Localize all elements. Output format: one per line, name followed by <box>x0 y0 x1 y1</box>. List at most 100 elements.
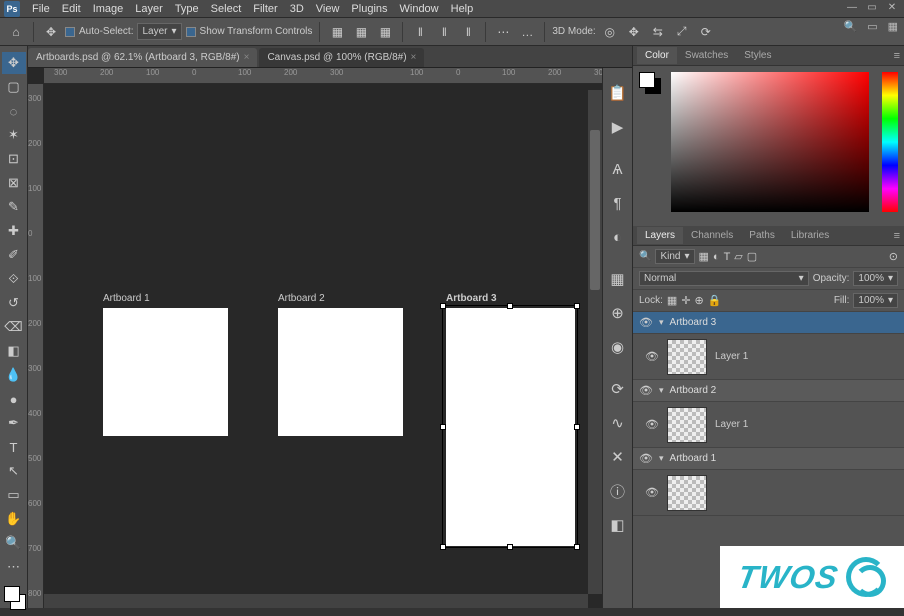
tab-styles[interactable]: Styles <box>736 47 779 64</box>
lasso-tool-icon[interactable]: ◌ <box>2 100 26 122</box>
tab-artboards[interactable]: Artboards.psd @ 62.1% (Artboard 3, RGB/8… <box>28 48 257 67</box>
menu-plugins[interactable]: Plugins <box>345 3 393 15</box>
info-panel-icon[interactable]: ⓘ <box>606 476 630 506</box>
layer-item[interactable]: 👁 Layer 1 <box>633 402 904 448</box>
filter-pixel-icon[interactable]: ▦ <box>699 250 709 263</box>
ruler-vertical[interactable]: 300 200 100 0 100 200 300 400 500 600 70… <box>28 84 44 608</box>
panel-menu-icon[interactable]: ≡ <box>894 50 900 62</box>
filter-type-icon[interactable]: T <box>724 251 731 263</box>
autoselect-checkbox[interactable] <box>65 27 75 37</box>
menu-select[interactable]: Select <box>205 3 248 15</box>
handle-br[interactable] <box>574 544 580 550</box>
properties-panel-icon[interactable]: ✕ <box>606 442 630 472</box>
opacity-dropdown[interactable]: 100%▾ <box>853 271 898 286</box>
menu-file[interactable]: File <box>26 3 56 15</box>
window-close-icon[interactable]: ✕ <box>884 2 900 16</box>
marquee-tool-icon[interactable]: ▢ <box>2 76 26 98</box>
history-brush-tool-icon[interactable]: ↺ <box>2 292 26 314</box>
rotate-3d-icon[interactable]: ⟳ <box>696 22 716 42</box>
align-center-h-icon[interactable]: ▦ <box>351 22 371 42</box>
menu-edit[interactable]: Edit <box>56 3 87 15</box>
workspace-icon[interactable]: ▦ <box>888 20 898 33</box>
slide-3d-icon[interactable]: ⇆ <box>648 22 668 42</box>
shape-tool-icon[interactable]: ▭ <box>2 484 26 506</box>
autoselect-target-dropdown[interactable]: Layer▾ <box>137 23 181 40</box>
paragraph-panel-icon[interactable]: ¶ <box>606 188 630 218</box>
visibility-toggle-icon[interactable]: 👁 <box>645 418 659 431</box>
menu-image[interactable]: Image <box>87 3 130 15</box>
magic-wand-tool-icon[interactable]: ✶ <box>2 124 26 146</box>
ruler-horizontal[interactable]: 300 200 100 0 100 200 300 100 0 100 200 … <box>44 68 602 84</box>
filter-kind-dropdown[interactable]: Kind▾ <box>655 249 694 264</box>
visibility-toggle-icon[interactable]: 👁 <box>639 452 653 465</box>
eraser-tool-icon[interactable]: ⌫ <box>2 316 26 338</box>
align-top-icon[interactable]: ‖ <box>410 22 430 42</box>
fill-dropdown[interactable]: 100%▾ <box>853 293 898 308</box>
tab-close-icon[interactable]: × <box>411 52 417 63</box>
transform-bounding-box[interactable] <box>442 305 578 548</box>
handle-bc[interactable] <box>507 544 513 550</box>
layer-item[interactable]: 👁 <box>633 470 904 516</box>
measure-panel-icon[interactable]: ⟳ <box>606 374 630 404</box>
filter-adjustment-icon[interactable]: ◐ <box>713 251 720 263</box>
edit-toolbar-icon[interactable]: ⋯ <box>2 556 26 578</box>
gradients-panel-icon[interactable]: ⊕ <box>606 298 630 328</box>
canvas-scrollbar-vertical[interactable] <box>588 90 602 594</box>
lock-position-icon[interactable]: ✛ <box>681 294 690 307</box>
menu-3d[interactable]: 3D <box>284 3 310 15</box>
eyedropper-tool-icon[interactable]: ✎ <box>2 196 26 218</box>
zoom-tool-icon[interactable]: 🔍 <box>2 532 26 554</box>
play-icon[interactable]: ▶ <box>606 112 630 142</box>
healing-tool-icon[interactable]: ✚ <box>2 220 26 242</box>
character-panel-icon[interactable]: Ѧ <box>606 154 630 184</box>
foreground-swatch[interactable] <box>4 586 20 602</box>
type-tool-icon[interactable]: T <box>2 436 26 458</box>
path-select-tool-icon[interactable]: ↖ <box>2 460 26 482</box>
panel-color-swatch[interactable] <box>639 72 663 96</box>
layer-thumbnail[interactable] <box>667 407 707 443</box>
artboard-2[interactable] <box>278 308 403 436</box>
brushes-panel-icon[interactable]: ◐ <box>606 222 630 252</box>
handle-tr[interactable] <box>574 303 580 309</box>
collapse-icon[interactable]: ▾ <box>659 317 664 328</box>
pan-3d-icon[interactable]: ✥ <box>624 22 644 42</box>
align-left-icon[interactable]: ▦ <box>327 22 347 42</box>
layer-artboard-header[interactable]: 👁▾ Artboard 1 <box>633 448 904 470</box>
blend-mode-dropdown[interactable]: Normal▾ <box>639 271 809 286</box>
swatches-panel-icon[interactable]: ▦ <box>606 264 630 294</box>
lock-pixels-icon[interactable]: ▦ <box>667 294 677 307</box>
lock-artboard-icon[interactable]: ⊕ <box>695 294 704 307</box>
align-right-icon[interactable]: ▦ <box>375 22 395 42</box>
panel-menu-icon[interactable]: ≡ <box>894 230 900 242</box>
filter-shape-icon[interactable]: ▱ <box>734 250 742 263</box>
dodge-tool-icon[interactable]: ● <box>2 388 26 410</box>
tab-paths[interactable]: Paths <box>741 227 783 244</box>
menu-layer[interactable]: Layer <box>129 3 169 15</box>
filter-toggle-icon[interactable]: ⊙ <box>889 250 898 263</box>
artboard-1[interactable] <box>103 308 228 436</box>
artboard1-label[interactable]: Artboard 1 <box>103 293 150 304</box>
scroll-thumb[interactable] <box>590 130 600 290</box>
handle-tl[interactable] <box>440 303 446 309</box>
navigator-panel-icon[interactable]: ◧ <box>606 510 630 540</box>
gradient-tool-icon[interactable]: ◧ <box>2 340 26 362</box>
visibility-toggle-icon[interactable]: 👁 <box>639 316 653 329</box>
menu-view[interactable]: View <box>310 3 346 15</box>
tab-canvas[interactable]: Canvas.psd @ 100% (RGB/8#)× <box>259 48 424 67</box>
crop-tool-icon[interactable]: ⊡ <box>2 148 26 170</box>
tab-swatches[interactable]: Swatches <box>677 47 736 64</box>
tab-close-icon[interactable]: × <box>244 52 250 63</box>
move-tool-icon[interactable]: ✥ <box>2 52 26 74</box>
history-panel-icon[interactable]: 📋 <box>606 78 630 108</box>
filter-smart-icon[interactable]: ▢ <box>747 250 757 263</box>
hue-slider[interactable] <box>882 72 898 212</box>
orbit-3d-icon[interactable]: ◎ <box>600 22 620 42</box>
canvas-area[interactable]: 300 200 100 0 100 200 300 100 0 100 200 … <box>28 68 602 608</box>
visibility-toggle-icon[interactable]: 👁 <box>645 486 659 499</box>
menu-filter[interactable]: Filter <box>247 3 283 15</box>
collapse-icon[interactable]: ▾ <box>659 385 664 396</box>
menu-window[interactable]: Window <box>394 3 445 15</box>
handle-mr[interactable] <box>574 424 580 430</box>
layer-thumbnail[interactable] <box>667 475 707 511</box>
stamp-tool-icon[interactable]: ⟐ <box>2 268 26 290</box>
